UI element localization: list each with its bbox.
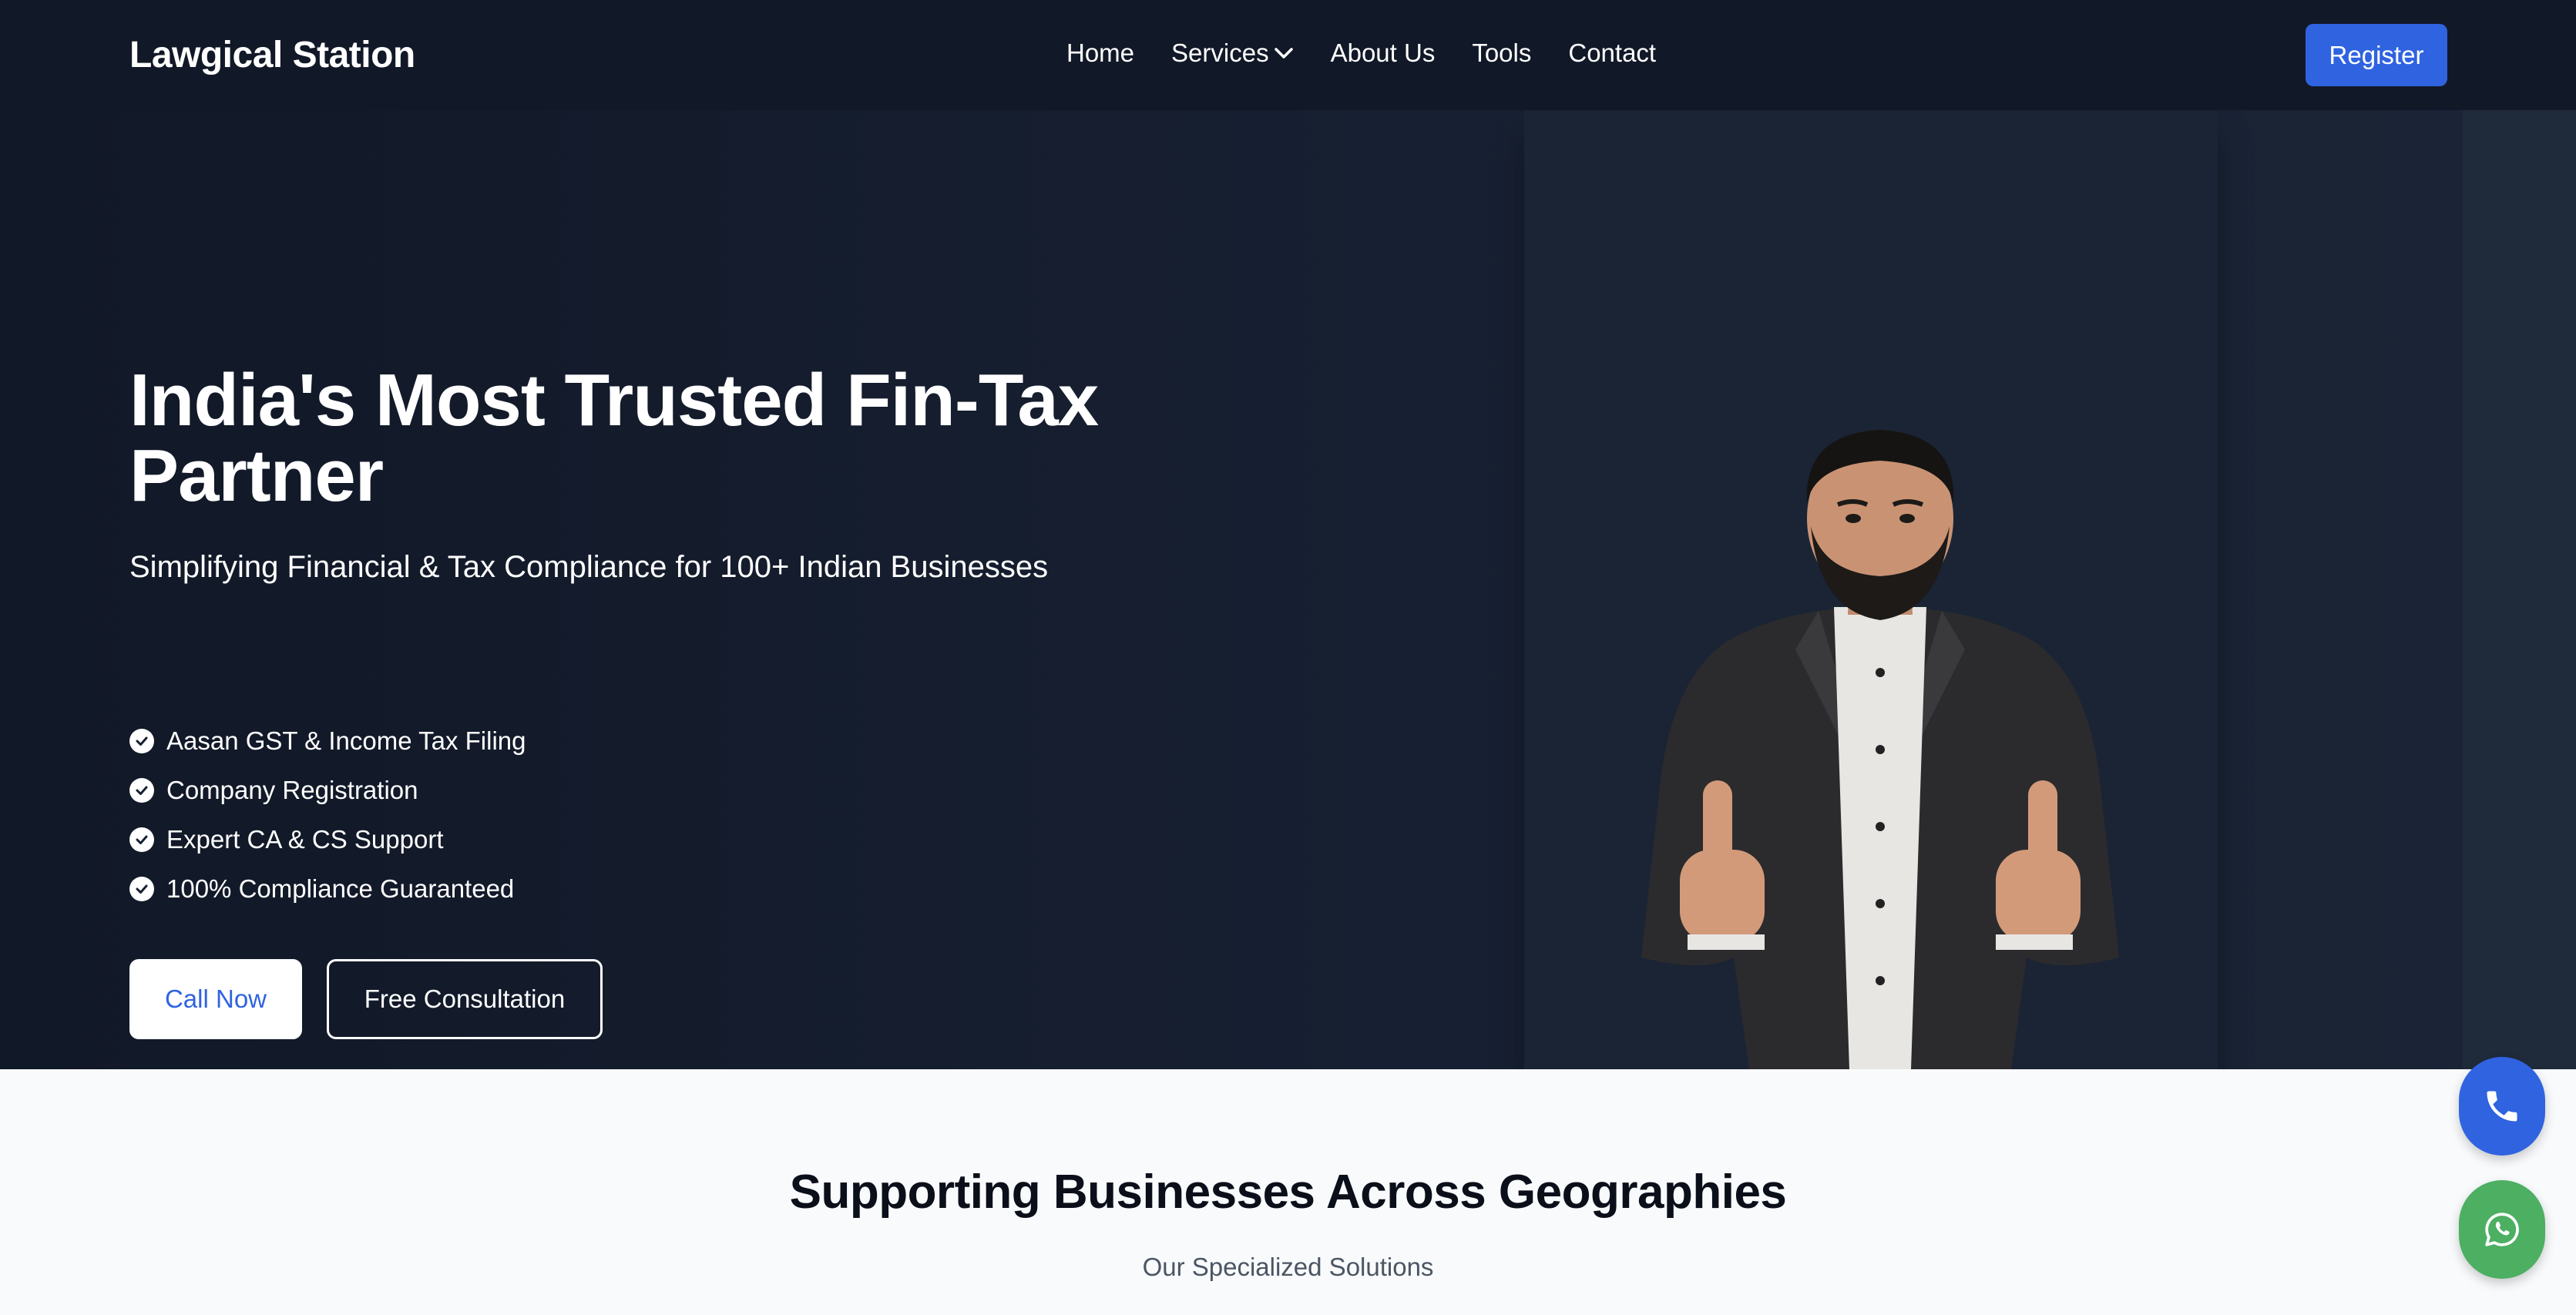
nav-link-label: Services <box>1171 39 1269 67</box>
hero-section: India's Most Trusted Fin-Tax Partner Sim… <box>0 110 2576 1069</box>
nav-link-home[interactable]: Home <box>1066 39 1134 68</box>
check-circle-icon <box>129 729 154 753</box>
free-consultation-button[interactable]: Free Consultation <box>327 959 603 1039</box>
nav-link-tools[interactable]: Tools <box>1472 39 1531 68</box>
phone-icon <box>2487 1091 2517 1122</box>
section-subtitle: Our Specialized Solutions <box>1142 1253 1434 1281</box>
feature-label: Expert CA & CS Support <box>166 825 444 854</box>
check-circle-icon <box>129 827 154 852</box>
feature-item: 100% Compliance Guaranteed <box>129 874 514 904</box>
hero-person-image <box>1641 430 2119 1069</box>
section-title: Supporting Businesses Across Geographies <box>789 1166 1787 1219</box>
nav-link-label: Tools <box>1472 39 1532 67</box>
main-nav: Home Services About Us Tools Contact <box>1066 39 1693 68</box>
whatsapp-icon <box>2485 1213 2519 1246</box>
brand-logo[interactable]: Lawgical Station <box>129 34 415 76</box>
hero-title: India's Most Trusted Fin-Tax Partner <box>129 359 1099 517</box>
check-circle-icon <box>129 877 154 901</box>
feature-item: Company Registration <box>129 776 418 805</box>
call-now-button[interactable]: Call Now <box>129 959 302 1039</box>
nav-link-contact[interactable]: Contact <box>1568 39 1656 68</box>
nav-link-about[interactable]: About Us <box>1331 39 1436 68</box>
hero-edge-decoration <box>2463 110 2576 1069</box>
check-circle-icon <box>129 778 154 803</box>
feature-label: Aasan GST & Income Tax Filing <box>166 726 526 755</box>
hero-subtitle: Simplifying Financial & Tax Compliance f… <box>129 550 1049 584</box>
register-button[interactable]: Register <box>2306 24 2447 86</box>
nav-link-label: About Us <box>1330 39 1436 67</box>
floating-whatsapp-button[interactable] <box>2459 1180 2545 1279</box>
nav-link-services[interactable]: Services <box>1171 39 1294 68</box>
feature-item: Aasan GST & Income Tax Filing <box>129 726 526 756</box>
top-navbar: Lawgical Station Home Services About Us … <box>0 0 2576 110</box>
chevron-down-icon <box>1274 48 1293 59</box>
nav-link-label: Contact <box>1568 39 1657 67</box>
feature-item: Expert CA & CS Support <box>129 825 444 854</box>
floating-call-button[interactable] <box>2459 1057 2545 1156</box>
feature-label: Company Registration <box>166 776 418 804</box>
nav-link-label: Home <box>1066 39 1135 67</box>
feature-label: 100% Compliance Guaranteed <box>166 874 515 903</box>
